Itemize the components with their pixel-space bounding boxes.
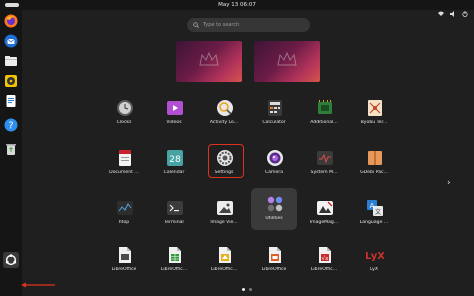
system-monitor-icon bbox=[317, 151, 333, 165]
app-byobu-terminal[interactable]: Byobu Ter... bbox=[351, 92, 397, 137]
app-system-monitor[interactable]: System M... bbox=[301, 142, 347, 187]
calendar-icon: 28 bbox=[167, 150, 183, 166]
annotation-arrow-icon bbox=[21, 282, 55, 288]
app-image-viewer[interactable]: Image Vie... bbox=[201, 192, 247, 237]
power-icon bbox=[462, 2, 468, 17]
page-indicator bbox=[242, 288, 252, 291]
page-dot-2[interactable] bbox=[249, 288, 252, 291]
workspace-thumbnail-1[interactable] bbox=[176, 41, 242, 82]
language-icon: A文 bbox=[367, 200, 383, 216]
svg-text:√x: √x bbox=[322, 255, 330, 262]
app-libreoffice-draw[interactable]: LibreOffic... bbox=[201, 239, 247, 284]
svg-text:文: 文 bbox=[375, 208, 381, 216]
dock: ? bbox=[0, 10, 22, 296]
clock[interactable]: May 13 06:07 bbox=[0, 1, 474, 9]
app-grid: Clocks Videos Activity Lo... Calculator … bbox=[99, 92, 399, 272]
image-viewer-icon bbox=[217, 201, 233, 215]
thunderbird-dock-icon[interactable] bbox=[4, 34, 18, 48]
next-page-chevron-icon[interactable]: › bbox=[447, 178, 451, 188]
workspace-thumbnail-2[interactable] bbox=[254, 41, 320, 82]
search-input[interactable] bbox=[203, 22, 303, 28]
libreoffice-calc-icon bbox=[169, 247, 181, 263]
app-imagemagick[interactable]: ImageMag... bbox=[301, 192, 347, 237]
app-additional-drivers[interactable]: Additional... bbox=[301, 92, 347, 137]
activity-log-icon bbox=[217, 100, 233, 116]
page-dot-1[interactable] bbox=[242, 288, 245, 291]
libreoffice-icon bbox=[119, 247, 131, 263]
terminal-icon bbox=[167, 201, 183, 215]
app-libreoffice-calc[interactable]: LibreOffic... bbox=[151, 239, 197, 284]
app-document-viewer[interactable]: Document ... bbox=[101, 142, 147, 187]
app-lyx[interactable]: LyX LyX bbox=[351, 239, 397, 284]
libreoffice-math-icon: √x bbox=[319, 247, 331, 263]
svg-text:?: ? bbox=[8, 121, 13, 132]
camera-icon bbox=[267, 150, 283, 166]
utilities-folder-icon bbox=[267, 196, 283, 212]
show-apps-dock-icon[interactable] bbox=[3, 252, 19, 268]
files-dock-icon[interactable] bbox=[4, 54, 18, 68]
network-icon bbox=[438, 2, 444, 16]
app-calculator[interactable]: Calculator bbox=[251, 92, 297, 137]
writer-dock-icon[interactable] bbox=[4, 94, 18, 108]
app-activity-log[interactable]: Activity Lo... bbox=[201, 92, 247, 137]
app-videos[interactable]: Videos bbox=[151, 92, 197, 137]
settings-gear-icon bbox=[217, 150, 233, 166]
app-calendar[interactable]: 28 Calendar bbox=[151, 142, 197, 187]
search-bar[interactable] bbox=[187, 18, 310, 32]
app-camera[interactable]: Camera bbox=[251, 142, 297, 187]
calculator-icon bbox=[268, 100, 282, 116]
drivers-chip-icon bbox=[318, 100, 332, 114]
crown-icon bbox=[199, 51, 219, 66]
app-libreoffice-impress[interactable]: LibreOffice bbox=[251, 239, 297, 284]
app-gdebi-package[interactable]: GDebi Pac... bbox=[351, 142, 397, 187]
volume-icon bbox=[450, 2, 456, 17]
htop-icon bbox=[117, 201, 133, 215]
videos-icon bbox=[167, 101, 183, 115]
system-tray[interactable] bbox=[438, 2, 468, 17]
help-dock-icon[interactable]: ? bbox=[4, 118, 18, 132]
lyx-icon: LyX bbox=[366, 251, 384, 262]
app-libreoffice-math[interactable]: √x LibreOffic... bbox=[301, 239, 347, 284]
app-terminal[interactable]: Terminal bbox=[151, 192, 197, 237]
libreoffice-impress-icon bbox=[269, 247, 281, 263]
search-icon bbox=[193, 22, 199, 28]
svg-text:LyX: LyX bbox=[366, 251, 384, 262]
app-settings[interactable]: Settings bbox=[201, 142, 247, 187]
trash-dock-icon[interactable] bbox=[4, 142, 18, 156]
libreoffice-draw-icon bbox=[219, 247, 231, 263]
clocks-icon bbox=[117, 100, 133, 116]
svg-text:28: 28 bbox=[169, 155, 181, 165]
app-libreoffice[interactable]: LibreOffice bbox=[101, 239, 147, 284]
package-icon bbox=[368, 151, 382, 165]
app-language-support[interactable]: A文 Language ... bbox=[351, 192, 397, 237]
crown-icon bbox=[277, 51, 297, 66]
imagemagick-icon bbox=[317, 201, 333, 215]
firefox-dock-icon[interactable] bbox=[4, 14, 18, 28]
top-bar: May 13 06:07 bbox=[0, 0, 474, 17]
app-htop[interactable]: htop bbox=[101, 192, 147, 237]
document-viewer-icon bbox=[119, 150, 131, 166]
app-clocks[interactable]: Clocks bbox=[101, 92, 147, 137]
byobu-icon bbox=[368, 100, 382, 116]
rhythmbox-dock-icon[interactable] bbox=[4, 74, 18, 88]
svg-text:A: A bbox=[370, 202, 375, 210]
app-folder-utilities[interactable]: Utilities bbox=[251, 188, 297, 230]
